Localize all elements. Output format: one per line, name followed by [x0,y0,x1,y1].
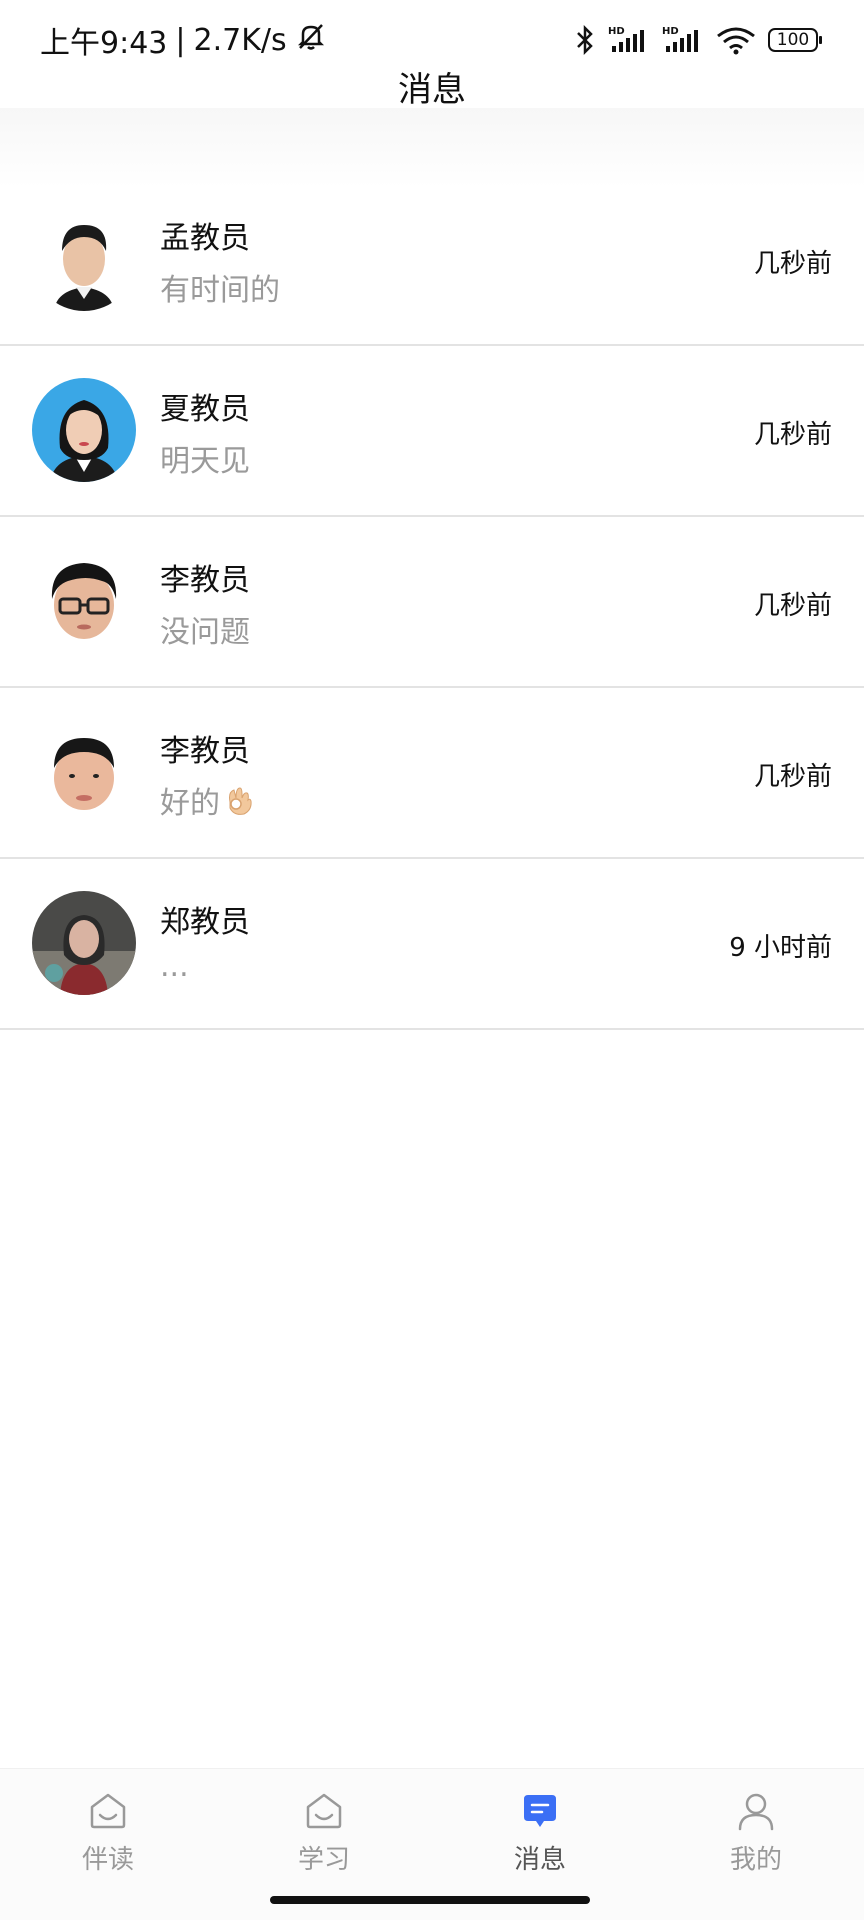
message-time: 几秒前 [753,249,832,279]
hd-signal-icon: HD [608,24,650,56]
conversation-item[interactable]: 李教员 好的 几秒前 [0,688,864,859]
wifi-icon [716,24,756,56]
last-message: ... [160,949,189,984]
last-message: 明天见 [160,436,250,480]
nav-label: 我的 [729,1845,782,1875]
last-message: 好的 [160,778,254,822]
conversation-item[interactable]: 郑教员 ... 9 小时前 [0,859,864,1030]
last-message: 有时间的 [160,265,280,309]
last-message-text: 有时间的 [160,273,280,308]
messages-screen: 上午9:43 | 2.7K/s HD HD 100 消息 孟教员 有时间的 几秒… [0,0,864,1920]
hd-signal-icon: HD [662,24,704,56]
conversation-list: 孟教员 有时间的 几秒前 夏教员 明天见 几秒前 李教员 没问题 几秒前 李教员… [0,175,864,1030]
message-time: 几秒前 [753,591,832,621]
last-message-text: 没问题 [160,615,250,650]
message-time: 几秒前 [753,420,832,450]
ok-hand-icon [224,784,254,816]
home-indicator[interactable] [270,1896,590,1904]
conversation-item[interactable]: 孟教员 有时间的 几秒前 [0,175,864,346]
mute-bell-icon [295,20,327,60]
avatar [32,549,136,653]
battery-level: 100 [776,30,810,50]
message-time: 9 小时前 [729,933,832,963]
nav-tab-companion-read[interactable]: 伴读 [0,1769,216,1920]
status-left: 上午9:43 | 2.7K/s [40,18,327,62]
nav-label: 学习 [297,1845,350,1875]
last-message-text: 明天见 [160,444,250,479]
conversation-item[interactable]: 李教员 没问题 几秒前 [0,517,864,688]
status-right: HD HD 100 [574,24,824,56]
contact-name: 李教员 [160,563,250,598]
contact-name: 夏教员 [160,392,250,427]
last-message-text: ... [160,949,189,984]
nav-tab-profile[interactable]: 我的 [648,1769,864,1920]
status-time: 上午9:43 [40,26,168,61]
profile-icon [736,1791,776,1831]
contact-name: 孟教员 [160,221,250,256]
svg-text:HD: HD [608,26,625,37]
nav-label: 伴读 [81,1845,134,1875]
last-message-text: 好的 [160,786,220,821]
bluetooth-icon [574,24,596,56]
study-icon [304,1791,344,1831]
companion-read-icon [88,1791,128,1831]
network-speed: 2.7K/s [193,22,287,58]
conversation-item[interactable]: 夏教员 明天见 几秒前 [0,346,864,517]
page-title: 消息 [398,69,466,110]
avatar [32,891,136,995]
message-icon [520,1791,560,1831]
battery-icon: 100 [768,27,824,53]
contact-name: 郑教员 [160,905,250,940]
avatar [32,720,136,824]
avatar [32,378,136,482]
message-time: 几秒前 [753,762,832,792]
svg-text:HD: HD [662,26,679,37]
nav-label: 消息 [513,1845,566,1875]
avatar [32,207,136,311]
status-divider: | [175,22,186,58]
last-message: 没问题 [160,607,250,651]
contact-name: 李教员 [160,734,250,769]
